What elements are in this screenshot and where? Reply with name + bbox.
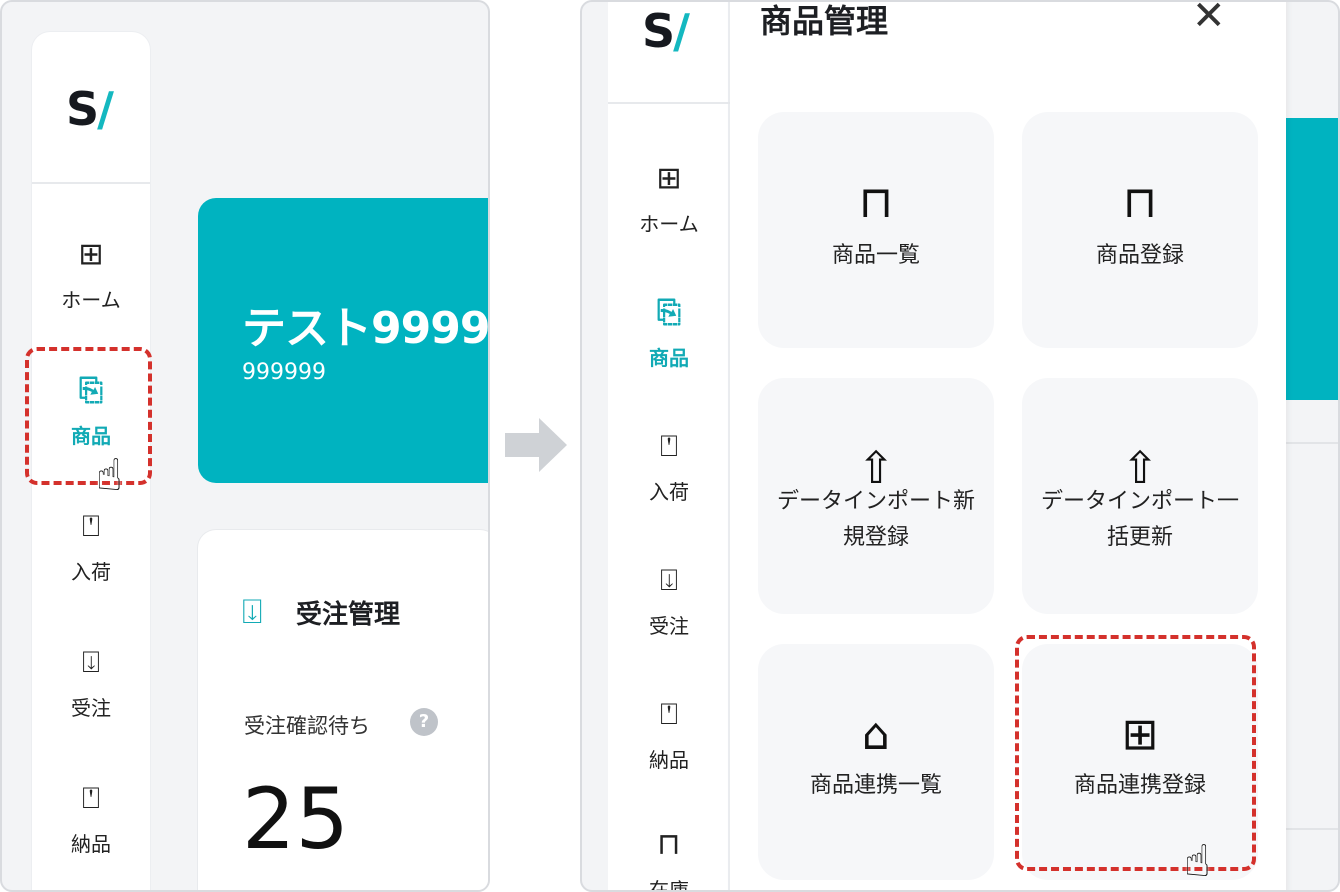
sidebar-item-inventory[interactable]: ⊓ 在庫: [608, 827, 730, 892]
sidebar-item-label: 商品: [649, 346, 689, 370]
sidebar-item-arrival[interactable]: ⍞ 入荷: [608, 430, 730, 505]
background-divider: [1282, 828, 1338, 830]
tile-label: データインポート新規登録: [776, 489, 975, 550]
pending-orders-count: 25: [242, 770, 349, 868]
order-management-card[interactable]: ⍗ 受注管理 受注確認待ち ? 25: [198, 530, 488, 890]
sidebar-item-label: 入荷: [649, 480, 689, 504]
shop-name: テスト999999: [242, 303, 490, 354]
tile-product-link-list[interactable]: ⌂ 商品連携一覧: [758, 644, 994, 880]
arrival-icon: ⍞: [82, 509, 100, 544]
order-icon: ⍗: [660, 563, 678, 598]
highlight-box: [1015, 635, 1256, 871]
sidebar-item-label: ホーム: [639, 212, 699, 236]
sidebar-item-label: 在庫: [649, 878, 689, 892]
tile-data-import-new[interactable]: ⇧ データインポート新規登録: [758, 378, 994, 614]
arrival-icon: ⍞: [660, 429, 678, 464]
arrow-right-icon: [505, 418, 567, 472]
order-icon: ⍗: [82, 645, 100, 680]
tile-label: 商品連携一覧: [809, 773, 942, 798]
sidebar-item-orders[interactable]: ⍗ 受注: [608, 564, 730, 639]
product-list-icon: ⊓: [858, 177, 894, 228]
shop-banner: テスト999999 999999: [198, 198, 490, 483]
logo-slash: /: [673, 4, 690, 58]
right-sidebar: S/ ⊞ ホーム ⎘ 商品 ⍞ 入荷 ⍗ 受注 ⍞ 納品 ⊓ 在庫: [608, 2, 730, 892]
sidebar-item-label: ホーム: [61, 288, 121, 312]
highlight-box: [25, 347, 152, 485]
logo-letter: S: [642, 4, 675, 58]
app-logo[interactable]: S/: [66, 82, 114, 136]
product-tag-icon: ⎘: [657, 295, 681, 330]
delivery-icon: ⍞: [660, 697, 678, 732]
logo-letter: S: [66, 82, 99, 136]
close-icon[interactable]: ✕: [1192, 2, 1226, 36]
tile-product-register[interactable]: ⊓ 商品登録: [1022, 112, 1258, 348]
help-icon[interactable]: ?: [410, 708, 438, 736]
sidebar-item-delivery[interactable]: ⍞ 納品: [608, 698, 730, 773]
shop-id: 999999: [242, 360, 326, 385]
tile-label: 商品一覧: [831, 243, 920, 268]
grid-icon: ⊞: [656, 161, 682, 196]
tile-product-list[interactable]: ⊓ 商品一覧: [758, 112, 994, 348]
sidebar-item-home[interactable]: ⊞ ホーム: [32, 238, 150, 313]
sidebar-item-arrival[interactable]: ⍞ 入荷: [32, 510, 150, 585]
sidebar-item-delivery[interactable]: ⍞ 納品: [32, 782, 150, 857]
sidebar-item-label: 入荷: [71, 560, 111, 584]
sidebar-divider: [32, 182, 150, 184]
order-icon: ⍗: [242, 592, 263, 632]
tile-label: 商品登録: [1095, 243, 1184, 268]
sidebar-item-label: 受注: [71, 696, 111, 720]
sidebar-item-home[interactable]: ⊞ ホーム: [608, 162, 730, 237]
sidebar-item-products[interactable]: ⎘ 商品: [608, 296, 730, 371]
sidebar-item-orders[interactable]: ⍗ 受注: [32, 646, 150, 721]
card-title: 受注管理: [296, 600, 401, 630]
tile-data-import-bulk-update[interactable]: ⇧ データインポート一括更新: [1022, 378, 1258, 614]
sidebar-item-label: 納品: [649, 748, 689, 772]
sidebar-divider: [608, 102, 730, 104]
app-logo[interactable]: S/: [642, 4, 690, 58]
background-banner: [1282, 118, 1338, 400]
panel-title: 商品管理: [760, 2, 889, 40]
hand-cursor-icon: ☝: [96, 450, 123, 501]
hand-cursor-icon: ☝: [1184, 836, 1211, 887]
product-add-icon: ⊓: [1122, 177, 1158, 228]
delivery-icon: ⍞: [82, 781, 100, 816]
inventory-icon: ⊓: [657, 827, 681, 862]
sidebar-item-label: 受注: [649, 614, 689, 638]
tile-label: データインポート一括更新: [1040, 489, 1239, 550]
store-icon: ⌂: [862, 709, 890, 760]
background-divider: [1282, 442, 1338, 444]
logo-slash: /: [97, 82, 114, 136]
sidebar-item-label: 納品: [71, 832, 111, 856]
grid-icon: ⊞: [78, 237, 104, 272]
pending-orders-label: 受注確認待ち: [244, 714, 370, 738]
